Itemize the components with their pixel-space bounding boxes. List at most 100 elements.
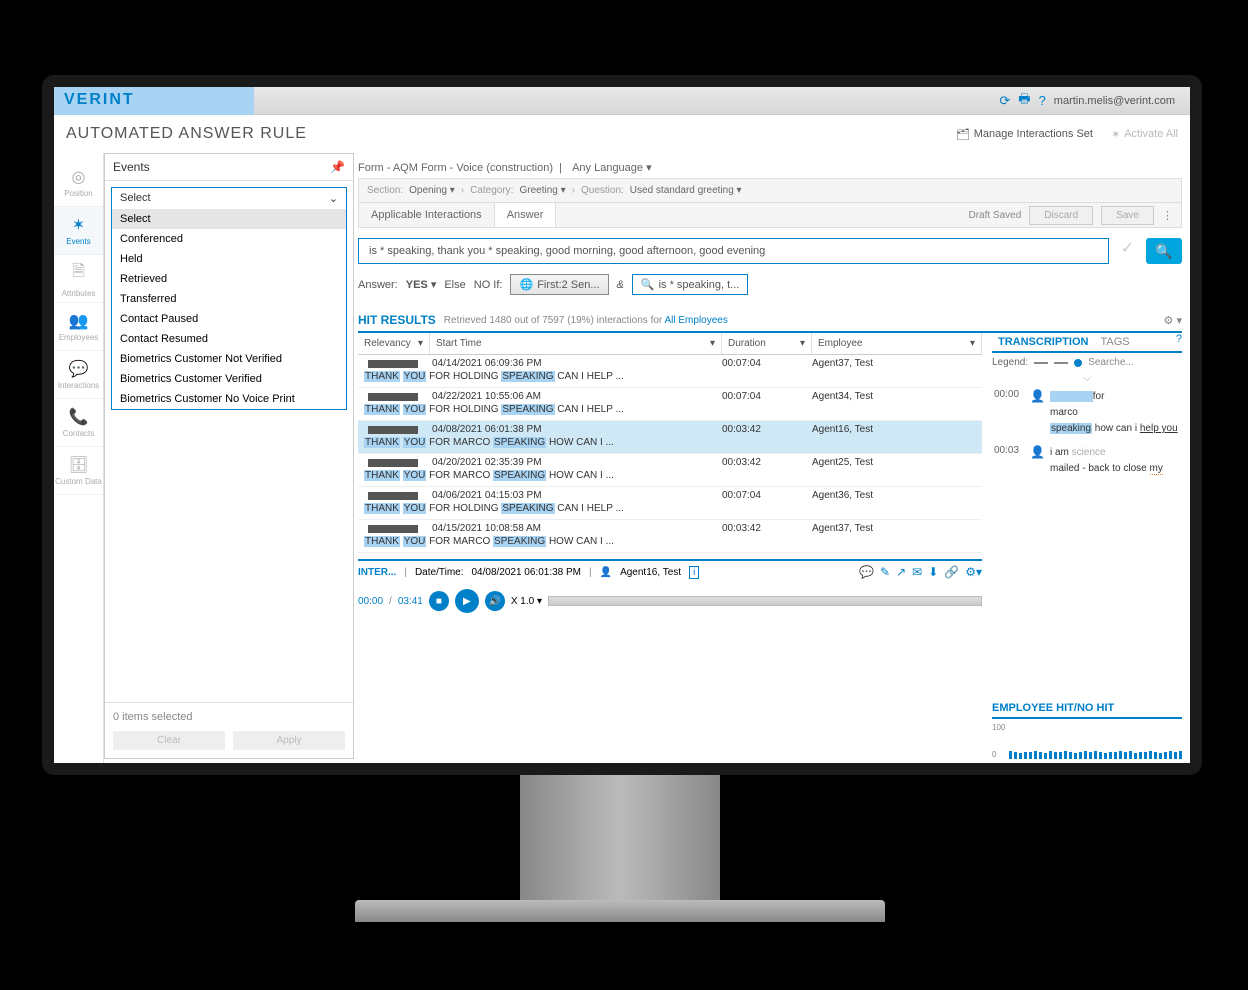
transcription-body[interactable]: 00:00 👤 for marco speaking how can i hel… [992,385,1182,696]
chart-bar [1074,753,1077,759]
search-button[interactable]: 🔍 [1146,238,1182,264]
activate-all-button[interactable]: ✶ Activate All [1111,128,1178,141]
speed-dropdown[interactable]: X 1.0 ▾ [511,596,542,607]
chart-bar [1139,752,1142,759]
tab-transcription[interactable]: TRANSCRIPTION [992,333,1094,351]
table-row[interactable]: 04/08/2021 06:01:38 PM00:03:42Agent16, T… [358,421,982,454]
pin-icon[interactable]: 📌 [330,160,345,174]
tab-applicable[interactable]: Applicable Interactions [359,203,494,227]
bc-question[interactable]: Used standard greeting ▾ [630,185,742,196]
event-option[interactable]: Retrieved [112,269,346,289]
help-icon[interactable]: ? [1176,333,1182,351]
burst-icon: ✶ [72,215,85,235]
event-option[interactable]: Biometrics Customer Verified [112,369,346,389]
help-icon[interactable]: ? [1039,93,1046,108]
comment-icon[interactable]: 💬 [859,565,874,579]
chart-bar [1019,753,1022,759]
volume-button[interactable]: 🔊 [485,591,505,611]
event-option[interactable]: Select [112,209,346,229]
answer-yes-dropdown[interactable]: YES ▾ [406,278,437,291]
download-icon[interactable]: ⬇ [928,565,938,579]
discard-button[interactable]: Discard [1029,206,1093,225]
col-duration[interactable]: Duration▾ [722,333,812,354]
sidebar-item-custom-data[interactable]: 🗄Custom Data [54,447,103,495]
table-row[interactable]: 04/20/2021 02:35:39 PM00:03:42Agent25, T… [358,454,982,487]
query-input[interactable]: is * speaking, thank you * speaking, goo… [358,238,1109,264]
print-icon[interactable]: 🖶 [1018,90,1030,112]
hit-results-subtitle: Retrieved 1480 out of 7597 (19%) interac… [444,315,728,326]
refresh-icon[interactable]: ⟳ [999,93,1010,109]
player-gear-icon[interactable]: ⚙▾ [965,565,982,579]
bc-category[interactable]: Greeting ▾ [519,185,565,196]
event-option[interactable]: Contact Paused [112,309,346,329]
tab-answer[interactable]: Answer [494,203,557,227]
agent-icon: 👤 [1030,389,1044,437]
main-panel: Form - AQM Form - Voice (construction) |… [358,153,1190,763]
event-option[interactable]: Held [112,249,346,269]
apply-button[interactable]: Apply [233,731,345,750]
sidebar-item-employees[interactable]: 👥Employees [54,303,103,351]
draft-status: Draft Saved [968,210,1021,221]
edit-icon[interactable]: ✎ [880,565,890,579]
event-option[interactable]: Contact Resumed [112,329,346,349]
magnify-icon: 🔍 [1155,243,1172,260]
chart-bar [1179,751,1182,759]
first-sentences-pill[interactable]: 🌐 First:2 Sen... [510,274,608,295]
tab-tags[interactable]: TAGS [1094,333,1135,351]
chart-bar [1009,751,1012,759]
chart-bar [1129,751,1132,759]
sidebar: ◎Position ✶Events 🗎Attributes 👥Employees… [54,153,104,763]
emp-chart: 1000 [992,723,1182,759]
chart-bar [1109,752,1112,759]
play-button[interactable]: ▶ [455,589,479,613]
subheader: AUTOMATED ANSWER RULE 🗂 Manage Interacti… [54,115,1190,153]
share-icon[interactable]: ↗ [896,565,906,579]
page-title: AUTOMATED ANSWER RULE [66,125,307,143]
sidebar-item-attributes[interactable]: 🗎Attributes [54,255,103,303]
info-icon[interactable]: i [689,566,699,579]
sidebar-item-contacts[interactable]: 📞Contacts [54,399,103,447]
chart-bar [1089,752,1092,759]
table-row[interactable]: 04/15/2021 10:08:58 AM00:03:42Agent37, T… [358,520,982,553]
user-email[interactable]: martin.melis@verint.com [1054,95,1175,107]
events-select[interactable]: Select⌄ Select Conferenced Held Retrieve… [111,187,347,410]
mail-icon[interactable]: ✉ [912,565,922,579]
sidebar-item-position[interactable]: ◎Position [54,159,103,207]
col-employee[interactable]: Employee▾ [812,333,982,354]
stop-button[interactable]: ■ [429,591,449,611]
chart-bar [1064,751,1067,759]
clear-button[interactable]: Clear [113,731,225,750]
more-icon[interactable]: ⋮ [1162,209,1173,222]
table-row[interactable]: 04/06/2021 04:15:03 PM00:07:04Agent36, T… [358,487,982,520]
progress-track[interactable] [548,596,982,606]
customer-icon: 👤 [1030,445,1044,477]
table-row[interactable]: 04/14/2021 06:09:36 PM00:07:04Agent37, T… [358,355,982,388]
event-option[interactable]: Biometrics Customer No Voice Print [112,389,346,409]
collapse-icon[interactable]: ⌵ [992,372,1182,385]
save-button[interactable]: Save [1101,206,1154,225]
results-header: Relevancy▾ Start Time▾ Duration▾ Employe… [358,333,982,355]
sidebar-item-events[interactable]: ✶Events [54,207,103,255]
event-option[interactable]: Transferred [112,289,346,309]
chart-bar [1164,752,1167,759]
all-employees-link[interactable]: All Employees [664,315,727,326]
table-row[interactable]: 04/22/2021 10:55:06 AM00:07:04Agent34, T… [358,388,982,421]
col-start[interactable]: Start Time▾ [430,333,722,354]
sidebar-item-interactions[interactable]: 💬Interactions [54,351,103,399]
gear-icon[interactable]: ⚙ ▾ [1164,314,1182,327]
col-relevancy[interactable]: Relevancy▾ [358,333,430,354]
language-dropdown[interactable]: Any Language ▾ [572,162,652,174]
chart-bar [1069,752,1072,759]
search-term-pill[interactable]: 🔍 is * speaking, t... [632,274,748,295]
chart-bar [1059,752,1062,759]
bc-section[interactable]: Opening ▾ [409,185,455,196]
event-option[interactable]: Biometrics Customer Not Verified [112,349,346,369]
player-date: 04/08/2021 06:01:38 PM [471,567,581,578]
chart-bar [1029,752,1032,759]
event-option[interactable]: Conferenced [112,229,346,249]
chart-bar [1044,753,1047,759]
link-icon[interactable]: 🔗 [944,565,959,579]
chart-bar [1134,753,1137,759]
manage-interactions-button[interactable]: 🗂 Manage Interactions Set [956,128,1093,141]
check-icon[interactable]: ✓ [1115,238,1140,264]
